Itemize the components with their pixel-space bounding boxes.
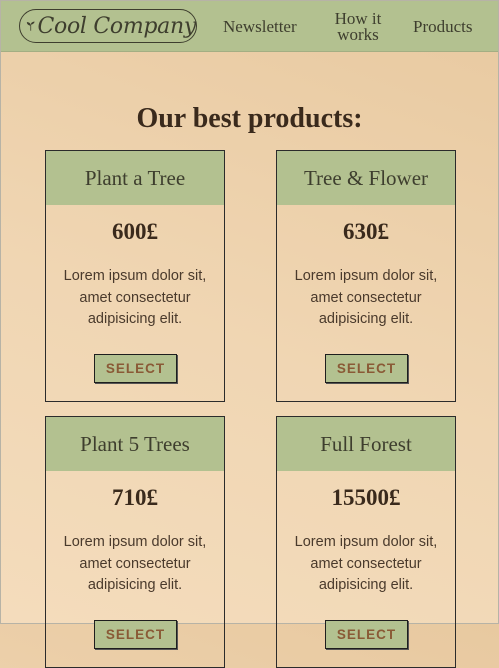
- product-price: 15500£: [331, 485, 401, 510]
- page-heading: Our best products:: [136, 103, 363, 134]
- select-button[interactable]: SELECT: [325, 620, 408, 649]
- nav-link-newsletter[interactable]: Newsletter: [223, 18, 297, 35]
- nav-link-products[interactable]: Products: [413, 18, 473, 35]
- product-name: Plant a Tree: [46, 151, 224, 205]
- product-name: Full Forest: [277, 417, 455, 471]
- nav-link-how-it-works[interactable]: How it works: [332, 10, 384, 43]
- product-card: Full Forest 15500£ Lorem ipsum dolor sit…: [276, 416, 456, 668]
- brand-name: Cool Company: [37, 13, 197, 39]
- navbar: Cool Company Newsletter How it works Pro…: [1, 1, 498, 52]
- product-price: 630£: [343, 219, 389, 244]
- product-description: Lorem ipsum dolor sit, amet consectetur …: [63, 268, 207, 327]
- product-name: Plant 5 Trees: [46, 417, 224, 471]
- select-button[interactable]: SELECT: [325, 354, 408, 383]
- product-name: Tree & Flower: [277, 151, 455, 205]
- product-card: Plant a Tree 600£ Lorem ipsum dolor sit,…: [45, 150, 225, 402]
- company-logo[interactable]: Cool Company: [19, 9, 197, 43]
- sprout-icon: [26, 21, 35, 31]
- product-description: Lorem ipsum dolor sit, amet consectetur …: [294, 534, 438, 593]
- product-card: Plant 5 Trees 710£ Lorem ipsum dolor sit…: [45, 416, 225, 668]
- product-description: Lorem ipsum dolor sit, amet consectetur …: [294, 268, 438, 327]
- product-price: 600£: [112, 219, 158, 244]
- product-price: 710£: [112, 485, 158, 510]
- select-button[interactable]: SELECT: [94, 354, 177, 383]
- product-description: Lorem ipsum dolor sit, amet consectetur …: [63, 534, 207, 593]
- select-button[interactable]: SELECT: [94, 620, 177, 649]
- product-card: Tree & Flower 630£ Lorem ipsum dolor sit…: [276, 150, 456, 402]
